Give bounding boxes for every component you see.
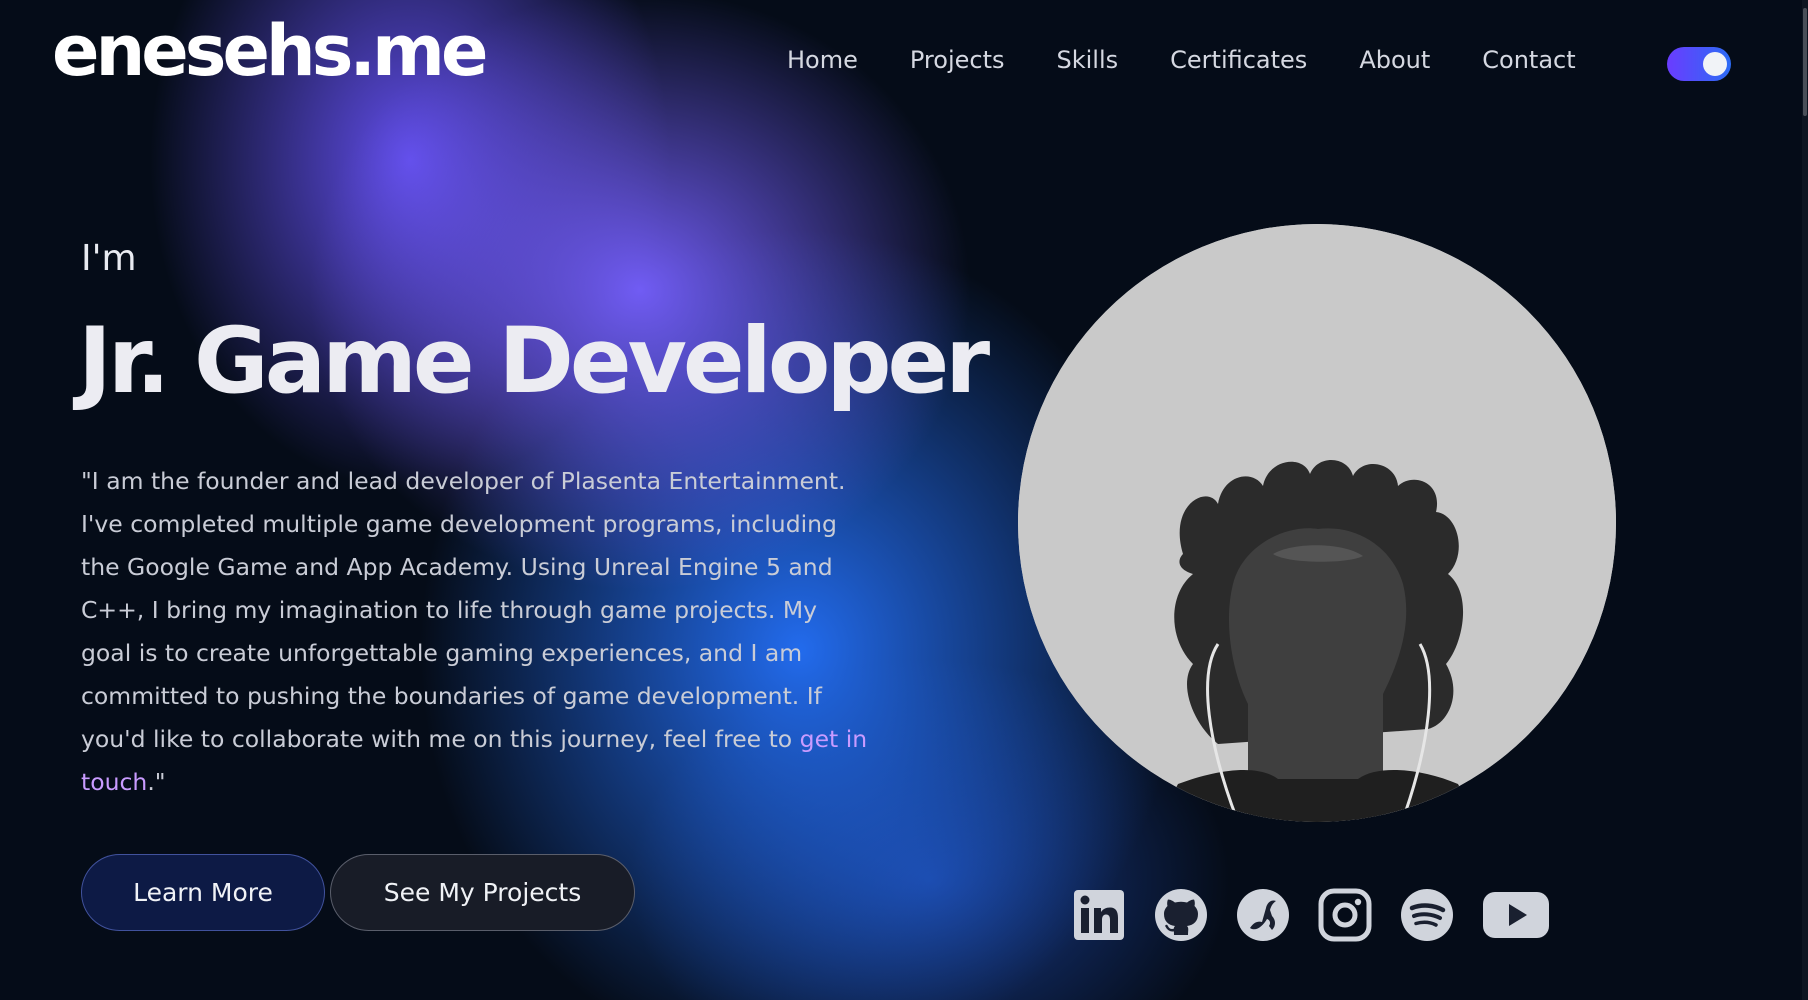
bio-text: "I am the founder and lead developer of … [81, 467, 846, 753]
theme-toggle[interactable] [1667, 47, 1731, 81]
hero-intro: I'm [81, 238, 137, 279]
instagram-icon[interactable] [1318, 888, 1372, 942]
hero-role-title: Jr. Game Developer [78, 309, 990, 414]
learn-more-button[interactable]: Learn More [81, 854, 325, 931]
scrollbar-thumb[interactable] [1803, 8, 1807, 116]
spotify-icon[interactable] [1400, 888, 1454, 942]
kaggle-icon[interactable] [1236, 888, 1290, 942]
nav-home[interactable]: Home [787, 46, 858, 75]
see-projects-button[interactable]: See My Projects [330, 854, 635, 931]
nav-skills[interactable]: Skills [1057, 46, 1119, 75]
github-icon[interactable] [1154, 888, 1208, 942]
bio-end: ." [147, 768, 166, 796]
nav-contact[interactable]: Contact [1482, 46, 1575, 75]
profile-photo [1018, 224, 1616, 822]
profile-photo-image [1018, 224, 1616, 822]
nav-projects[interactable]: Projects [910, 46, 1005, 75]
social-links [1072, 888, 1550, 942]
youtube-icon[interactable] [1482, 888, 1550, 942]
site-logo[interactable]: enesehs.me [52, 16, 488, 86]
nav-certificates[interactable]: Certificates [1170, 46, 1307, 75]
main-nav: Home Projects Skills Certificates About … [787, 46, 1576, 75]
linkedin-icon[interactable] [1072, 888, 1126, 942]
page-scrollbar[interactable] [1802, 0, 1808, 1000]
nav-about[interactable]: About [1359, 46, 1430, 75]
hero-bio: "I am the founder and lead developer of … [81, 460, 871, 804]
toggle-knob [1703, 52, 1727, 76]
page: enesehs.me Home Projects Skills Certific… [0, 0, 1808, 1000]
